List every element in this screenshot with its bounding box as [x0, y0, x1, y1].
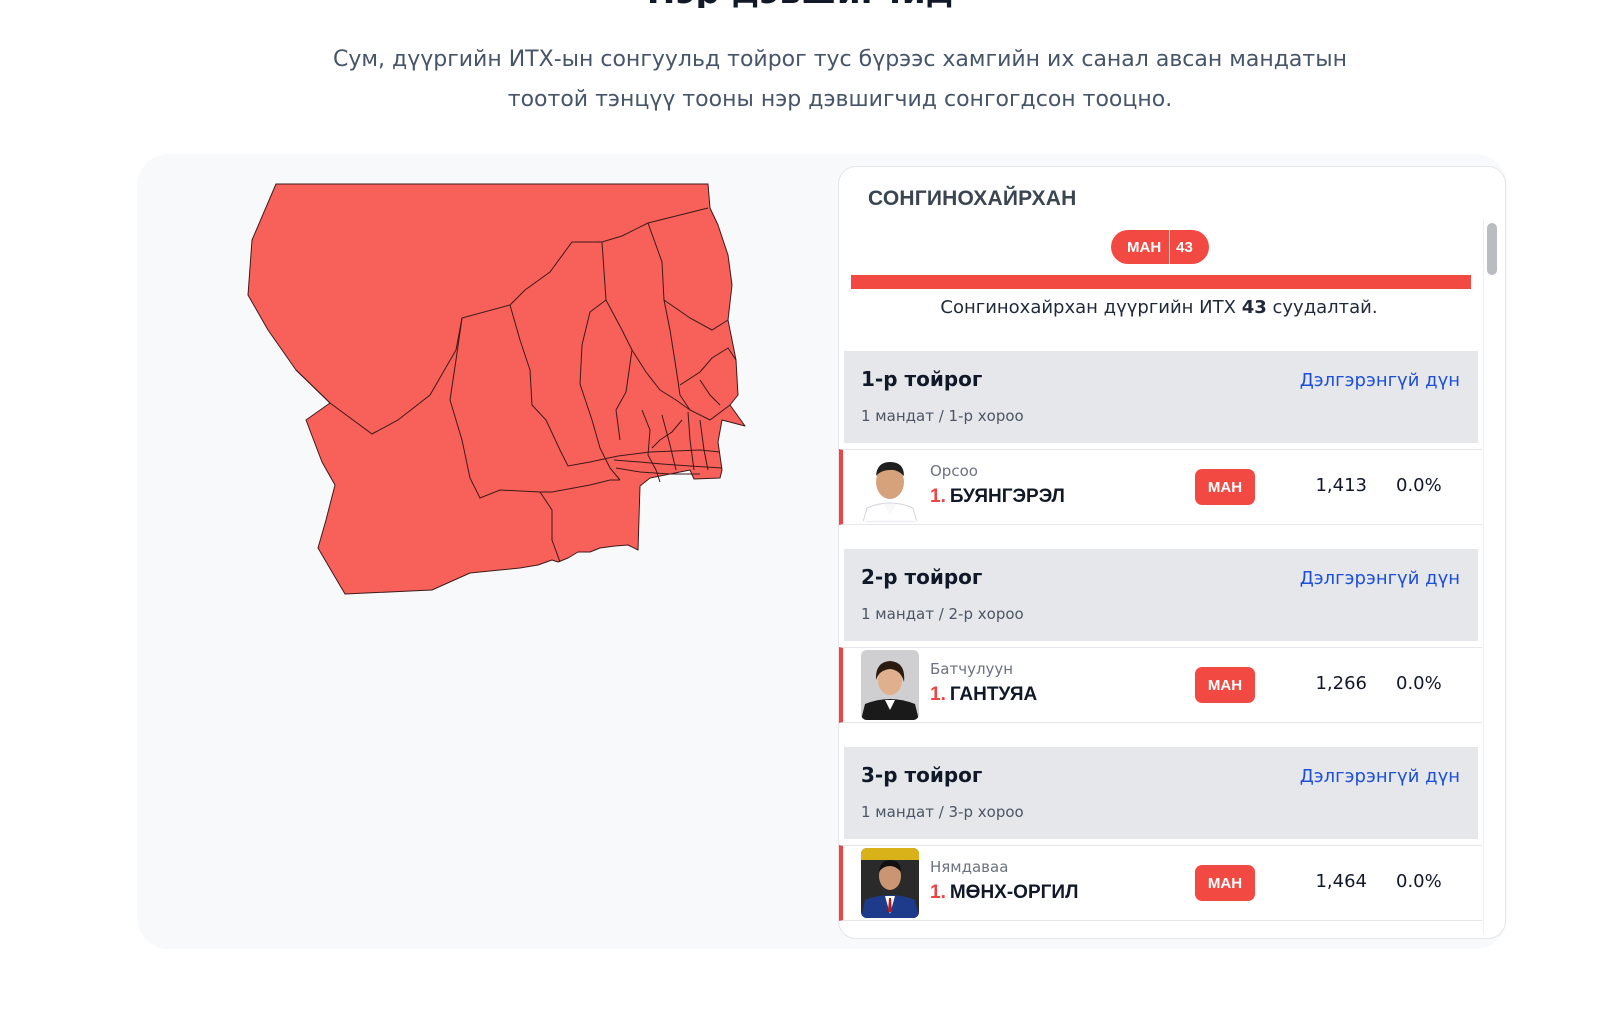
candidate-first-name: Нямдаваа: [930, 858, 1009, 876]
candidate-last-name: ГАНТУЯА: [949, 684, 1038, 705]
candidate-first-name: Орсоо: [930, 462, 978, 480]
card-title: СОНГИНОХАЙРХАН: [868, 187, 1077, 210]
candidate-votes: 1,266: [1315, 673, 1367, 694]
subtitle-line-1: Сум, дүүргийн ИТХ-ын сонгуульд тойрог ту…: [333, 47, 1347, 72]
subtitle-line-2: тоотой тэнцүү тооны нэр дэвшигчид сонгог…: [507, 87, 1173, 112]
summary-seat-count: 43: [1241, 297, 1267, 318]
scrollbar-thumb[interactable]: [1487, 223, 1497, 275]
district-details-link[interactable]: Дэлгэрэнгүй дүн: [1300, 766, 1460, 787]
party-badge: МАН: [1195, 469, 1255, 505]
candidate-last-name: БУЯНГЭРЭЛ: [949, 486, 1065, 507]
candidate-photo: [861, 452, 919, 522]
district-seat-info: 1 мандат / 3-р хороо: [861, 803, 1024, 821]
candidate-votes: 1,464: [1315, 871, 1367, 892]
candidate-percent: 0.0%: [1396, 475, 1442, 496]
candidate-rank: 1.: [930, 486, 946, 507]
party-pill-count: 43: [1176, 238, 1193, 256]
district-header: 1-р тойрог 1 мандат / 1-р хороо Дэлгэрэн…: [844, 351, 1478, 443]
district-results-card: СОНГИНОХАЙРХАН МАН 43 Сонгинохайрхан дүү…: [838, 166, 1506, 939]
results-scrollbar[interactable]: [1483, 219, 1497, 934]
candidate-rank: 1.: [930, 882, 946, 903]
candidate-row[interactable]: Нямдаваа 1. МӨНХ-ОРГИЛ МАН 1,464 0.0%: [839, 845, 1482, 921]
candidate-name: 1. ГАНТУЯА: [930, 684, 1037, 706]
summary-text-after: суудалтай.: [1266, 297, 1378, 318]
candidate-votes: 1,413: [1315, 475, 1367, 496]
district-name: 2-р тойрог: [861, 565, 983, 589]
district-header: 2-р тойрог 1 мандат / 2-р хороо Дэлгэрэн…: [844, 549, 1478, 641]
map-region-outline: [247, 183, 746, 595]
district-details-link[interactable]: Дэлгэрэнгүй дүн: [1300, 568, 1460, 589]
party-pill-name: МАН: [1127, 238, 1162, 256]
candidate-photo: [861, 650, 919, 720]
party-badge: МАН: [1195, 865, 1255, 901]
party-badge: МАН: [1195, 667, 1255, 703]
district-map[interactable]: [240, 178, 760, 608]
candidate-rank: 1.: [930, 684, 946, 705]
summary-text-before: Сонгинохайрхан дүүргийн ИТХ: [940, 297, 1242, 318]
page-heading: Нэр дэвшигчид: [0, 0, 1600, 8]
candidate-row[interactable]: Орсоо 1. БУЯНГЭРЭЛ МАН 1,413 0.0%: [839, 449, 1482, 525]
district-name: 3-р тойрог: [861, 763, 983, 787]
map-regions[interactable]: [247, 183, 746, 595]
candidate-photo: [861, 848, 919, 918]
party-seat-pill: МАН 43: [1111, 230, 1209, 264]
candidate-row[interactable]: Батчулуун 1. ГАНТУЯА МАН 1,266 0.0%: [839, 647, 1482, 723]
candidate-percent: 0.0%: [1396, 673, 1442, 694]
candidate-last-name: МӨНХ-ОРГИЛ: [949, 882, 1079, 903]
district-seat-info: 1 мандат / 2-р хороо: [861, 605, 1024, 623]
card-summary: Сонгинохайрхан дүүргийн ИТХ 43 суудалтай…: [839, 294, 1479, 322]
district-seat-info: 1 мандат / 1-р хороо: [861, 407, 1024, 425]
seat-share-bar: [851, 275, 1471, 289]
candidate-percent: 0.0%: [1396, 871, 1442, 892]
candidate-name: 1. БУЯНГЭРЭЛ: [930, 486, 1065, 508]
candidate-name: 1. МӨНХ-ОРГИЛ: [930, 882, 1078, 904]
page-subtitle: Сум, дүүргийн ИТХ-ын сонгуульд тойрог ту…: [300, 40, 1380, 120]
district-details-link[interactable]: Дэлгэрэнгүй дүн: [1300, 370, 1460, 391]
candidate-first-name: Батчулуун: [930, 660, 1014, 678]
district-header: 3-р тойрог 1 мандат / 3-р хороо Дэлгэрэн…: [844, 747, 1478, 839]
district-name: 1-р тойрог: [861, 367, 983, 391]
